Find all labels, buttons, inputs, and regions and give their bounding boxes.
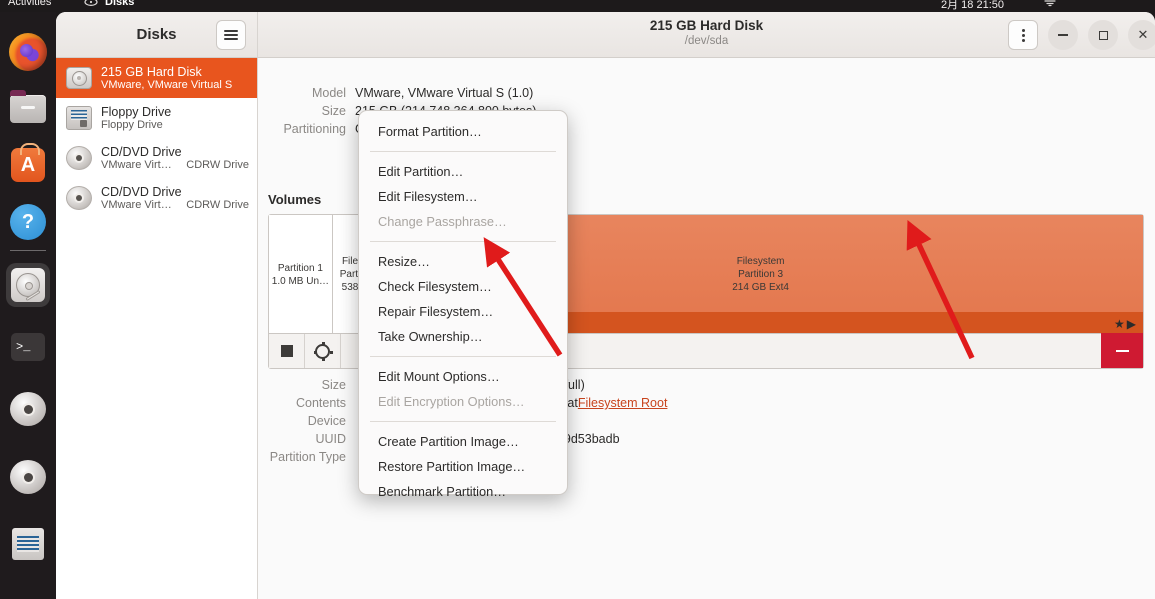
partition-line: 214 GB Ext4 (732, 282, 789, 293)
activities-button[interactable]: Activities (8, 0, 51, 8)
drive-subtitle-right: CDRW Drive (186, 198, 249, 211)
folder-icon (10, 90, 46, 123)
dock-item-help[interactable]: ? (6, 200, 50, 244)
menu-item-create-partition-image[interactable]: Create Partition Image… (359, 429, 567, 454)
system-status-icon[interactable] (1043, 0, 1059, 7)
sidebar-item-cd-dvd-drive-2[interactable]: CD/DVD Drive VMware Virt… CDRW Drive (56, 178, 257, 218)
info-row-model: Model VMware, VMware Virtual S (1.0) (258, 84, 533, 102)
drive-subtitle: VMware, VMware Virtual S (101, 78, 233, 91)
drive-subtitle: VMware Virt… (101, 198, 172, 211)
info-label: Partitioning (283, 122, 346, 136)
terminal-icon: >_ (11, 333, 45, 361)
sidebar-item-floppy-drive[interactable]: Floppy Drive Floppy Drive (56, 98, 257, 138)
drive-subtitle: VMware Virt… (101, 158, 172, 171)
menu-item-benchmark-partition[interactable]: Benchmark Partition… (359, 479, 567, 504)
maximize-icon[interactable] (1088, 20, 1118, 50)
dock-separator (10, 250, 46, 251)
detail-label: UUID (315, 432, 346, 446)
clock[interactable]: 2月 18 21:50 (941, 0, 1004, 12)
menu-item-resize[interactable]: Resize… (359, 249, 567, 274)
menu-item-take-ownership[interactable]: Take Ownership… (359, 324, 567, 349)
detail-label: Device (307, 414, 346, 428)
menu-item-edit-filesystem[interactable]: Edit Filesystem… (359, 184, 567, 209)
partition-line: Filesystem (736, 256, 785, 267)
detail-label: Contents (295, 396, 346, 410)
menu-separator (370, 356, 556, 357)
info-label: Model (311, 86, 346, 100)
drive-subtitle: Floppy Drive (101, 118, 163, 131)
partition-line: 1.0 MB Un… (271, 275, 330, 287)
disks-window: Disks 215 GB Hard Disk VMware, VMware Vi… (56, 12, 1155, 599)
menu-separator (370, 421, 556, 422)
cd-icon (66, 146, 92, 170)
info-row-partitioning: Partitioning G (258, 120, 364, 138)
detail-label: Partition Type (269, 450, 346, 464)
ubuntu-software-icon: A (11, 143, 45, 182)
menu-separator (370, 241, 556, 242)
drive-title: CD/DVD Drive (101, 184, 182, 199)
menu-item-check-filesystem[interactable]: Check Filesystem… (359, 274, 567, 299)
partition-context-menu: Format Partition… Edit Partition… Edit F… (358, 110, 568, 499)
sidebar-item-cd-dvd-drive-1[interactable]: CD/DVD Drive VMware Virt… CDRW Drive (56, 138, 257, 178)
partition-flags-icon: ★▶ (1113, 317, 1138, 331)
filesystem-root-link[interactable]: Filesystem Root (578, 394, 668, 412)
gnome-top-bar: Activities Disks 2月 18 21:50 (0, 0, 1155, 12)
minimize-icon[interactable] (1048, 20, 1078, 50)
partition-line: Partition 3 (738, 269, 784, 280)
header-bar: 215 GB Hard Disk /dev/sda ✕ (258, 12, 1155, 58)
menu-item-repair-filesystem[interactable]: Repair Filesystem… (359, 299, 567, 324)
firefox-icon (9, 33, 47, 71)
volumes-heading: Volumes (268, 192, 322, 207)
menu-item-format-partition[interactable]: Format Partition… (359, 119, 567, 144)
menu-item-edit-mount-options[interactable]: Edit Mount Options… (359, 364, 567, 389)
dock: A ? >_ (0, 12, 56, 599)
drive-title: Floppy Drive (101, 104, 172, 119)
dock-item-files[interactable] (6, 87, 50, 131)
cd-icon (66, 186, 92, 210)
hamburger-icon[interactable] (216, 20, 246, 50)
partition-1[interactable]: Partition 1 1.0 MB Un… (269, 215, 333, 334)
detail-label: Size (321, 378, 346, 392)
screen: Activities Disks 2月 18 21:50 A ? >_ Disk… (0, 0, 1155, 599)
dock-item-cdrom-1[interactable] (6, 387, 50, 431)
more-options-icon[interactable] (1008, 20, 1038, 50)
dock-item-cdrom-2[interactable] (6, 455, 50, 499)
drive-subtitle-right: CDRW Drive (186, 158, 249, 171)
floppy-icon (12, 528, 44, 560)
partition-line: Partition 1 (277, 262, 323, 274)
dock-item-terminal[interactable]: >_ (6, 325, 50, 369)
cd-icon (10, 392, 46, 426)
menu-item-edit-partition[interactable]: Edit Partition… (359, 159, 567, 184)
sidebar-header: Disks (56, 12, 257, 58)
menu-item-restore-partition-image[interactable]: Restore Partition Image… (359, 454, 567, 479)
info-value: VMware, VMware Virtual S (1.0) (355, 86, 534, 100)
dock-item-software[interactable]: A (6, 143, 50, 187)
drive-title: CD/DVD Drive (101, 144, 182, 159)
menu-separator (370, 151, 556, 152)
disks-icon (84, 0, 100, 7)
menu-item-edit-encryption-options: Edit Encryption Options… (378, 394, 525, 409)
remove-partition-icon[interactable] (1101, 333, 1143, 368)
dock-item-disks[interactable] (6, 263, 50, 307)
help-icon: ? (10, 204, 46, 240)
stop-icon[interactable] (269, 334, 305, 368)
sidebar-title: Disks (136, 26, 177, 43)
dock-item-floppy[interactable] (6, 522, 50, 566)
gear-icon[interactable] (305, 334, 341, 368)
hard-disk-icon (66, 67, 92, 89)
floppy-icon (66, 106, 92, 130)
sidebar: Disks 215 GB Hard Disk VMware, VMware Vi… (56, 12, 258, 599)
drive-title: 215 GB Hard Disk (101, 64, 202, 79)
close-icon[interactable]: ✕ (1128, 20, 1155, 50)
disks-app-icon (11, 268, 45, 302)
app-menu-button[interactable]: Disks (105, 0, 134, 8)
sidebar-item-hard-disk[interactable]: 215 GB Hard Disk VMware, VMware Virtual … (56, 58, 257, 98)
info-label: Size (321, 104, 346, 118)
menu-item-change-passphrase: Change Passphrase… (378, 214, 507, 229)
dock-item-firefox[interactable] (6, 30, 50, 74)
cd-icon (10, 460, 46, 494)
